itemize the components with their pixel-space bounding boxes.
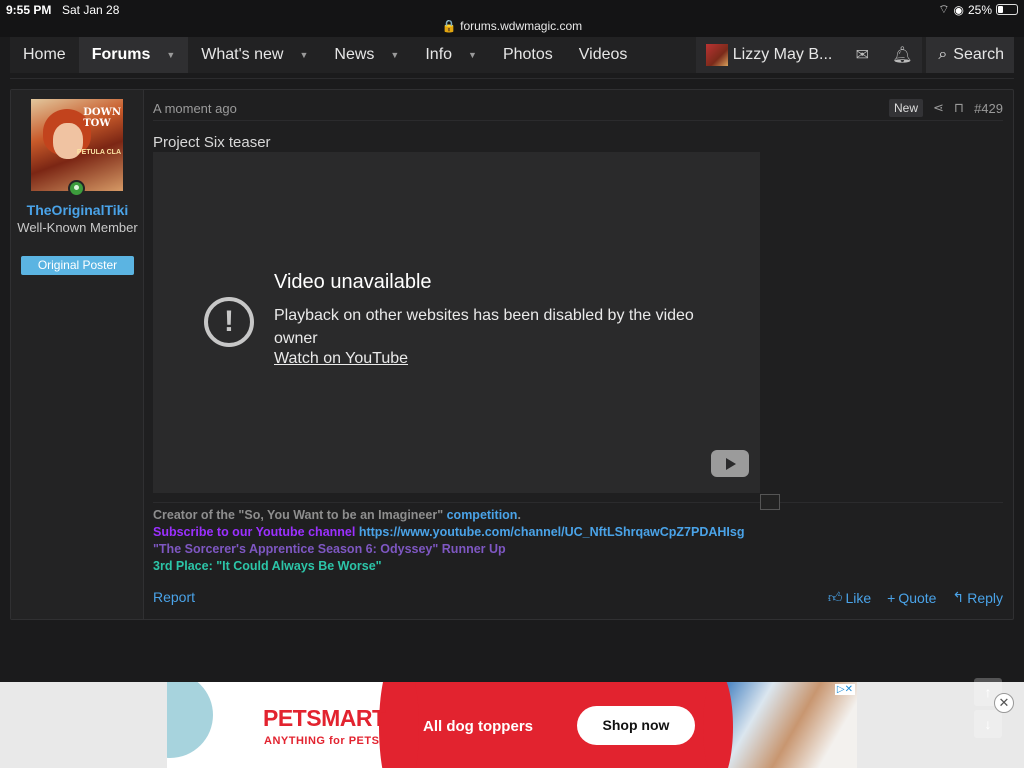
competition-link[interactable]: competition [447,508,518,522]
picture-in-picture-icon[interactable] [760,494,780,510]
chevron-down-icon[interactable]: ▼ [299,50,308,60]
close-icon[interactable]: ✕ [994,693,1014,713]
quote-button[interactable]: + Quote [887,589,936,606]
plus-icon: + [887,589,896,606]
online-status-icon [68,180,85,197]
divider [10,78,1014,79]
youtube-channel-link[interactable]: https://www.youtube.com/channel/UC_NftLS… [359,525,745,539]
nav-news[interactable]: News ▼ [321,37,412,73]
ad-brand: PETSMART [263,705,386,731]
chevron-down-icon[interactable]: ▼ [390,50,399,60]
share-icon[interactable]: ⋖ [933,100,944,116]
youtube-play-icon[interactable] [711,450,749,477]
embedded-video[interactable]: ! Video unavailable Playback on other we… [153,152,760,493]
chevron-down-icon[interactable]: ▼ [468,50,477,60]
watch-on-youtube-link[interactable]: Watch on YouTube [274,350,408,368]
nav-home[interactable]: Home [10,37,79,73]
status-time: 9:55 PM [6,3,52,17]
status-bar: 9:55 PM Sat Jan 28 🔒 forums.wdwmagic.com… [0,0,1024,37]
search-icon: ⌕ [938,46,948,63]
post-tools: New ⋖ ⊓ #429 [889,99,1003,117]
chevron-down-icon[interactable]: ▼ [166,50,175,60]
original-poster-badge: Original Poster [21,256,134,275]
avatar[interactable]: DOWN TOW PETULA CLA [31,99,123,191]
adchoices-icon[interactable]: ▷✕ [834,684,855,695]
reply-icon: ↰ [952,589,965,605]
inbox-icon[interactable]: ✉ [842,37,883,73]
thumbs-up-icon: 👍︎ [827,589,843,605]
ad-headline: All dog toppers [423,718,533,735]
address-bar[interactable]: 🔒 forums.wdwmagic.com [0,19,1024,33]
new-badge: New [889,99,924,117]
battery-percent: 25% [967,2,992,17]
username[interactable]: TheOriginalTiki [11,202,144,218]
like-button[interactable]: 👍︎ Like [828,589,871,606]
nav-forums[interactable]: Forums ▼ [78,37,189,73]
post-text: Project Six teaser [153,134,271,151]
nav-whats-new[interactable]: What's new ▼ [188,37,321,73]
report-link[interactable]: Report [153,589,195,605]
ad-tagline: ANYTHING for PETS [264,735,380,747]
ad-banner: PETSMART ANYTHING for PETS All dog toppe… [0,678,1024,768]
post-timestamp[interactable]: A moment ago [153,101,237,116]
reply-button[interactable]: ↰ Reply [952,589,1003,606]
signature: Creator of the "So, You Want to be an Im… [153,508,745,573]
video-title: Video unavailable [274,271,432,293]
forum-post: DOWN TOW PETULA CLA TheOriginalTiki Well-… [10,89,1014,620]
video-message: Playback on other websites has been disa… [274,307,694,347]
bell-icon[interactable]: 🔔︎ [882,37,923,73]
nav-info[interactable]: Info ▼ [412,37,490,73]
avatar [705,44,728,66]
nav-videos[interactable]: Videos [566,37,641,73]
status-date: Sat Jan 28 [62,3,120,17]
search-button[interactable]: ⌕ Search [926,37,1014,73]
alert-icon: ! [204,297,254,347]
nav-account: Lizzy May B... ✉ 🔔︎ ⌕ Search [695,37,1014,73]
account-menu[interactable]: Lizzy May B... [695,37,843,73]
post-number[interactable]: #429 [974,101,1003,116]
bookmark-icon[interactable]: ⊓ [954,100,964,116]
battery-icon [996,4,1018,15]
post-user-panel: DOWN TOW PETULA CLA TheOriginalTiki Well-… [11,90,144,619]
shop-now-button[interactable]: Shop now [577,706,695,745]
ad-creative[interactable]: PETSMART ANYTHING for PETS All dog toppe… [167,682,857,768]
url-text: forums.wdwmagic.com [460,19,583,33]
main-nav: Home Forums ▼ What's new ▼ News ▼ Info ▼ Pho… [10,37,1014,73]
nav-photos[interactable]: Photos [490,37,566,73]
user-title: Well-Known Member [17,220,138,235]
arrow-down-icon[interactable]: ↓ [974,710,1002,738]
status-icons: ⌔ ◉ 25% [938,2,1018,17]
wifi-icon: ⌔ [938,2,950,16]
orientation-lock-icon: ◉ [953,2,964,17]
